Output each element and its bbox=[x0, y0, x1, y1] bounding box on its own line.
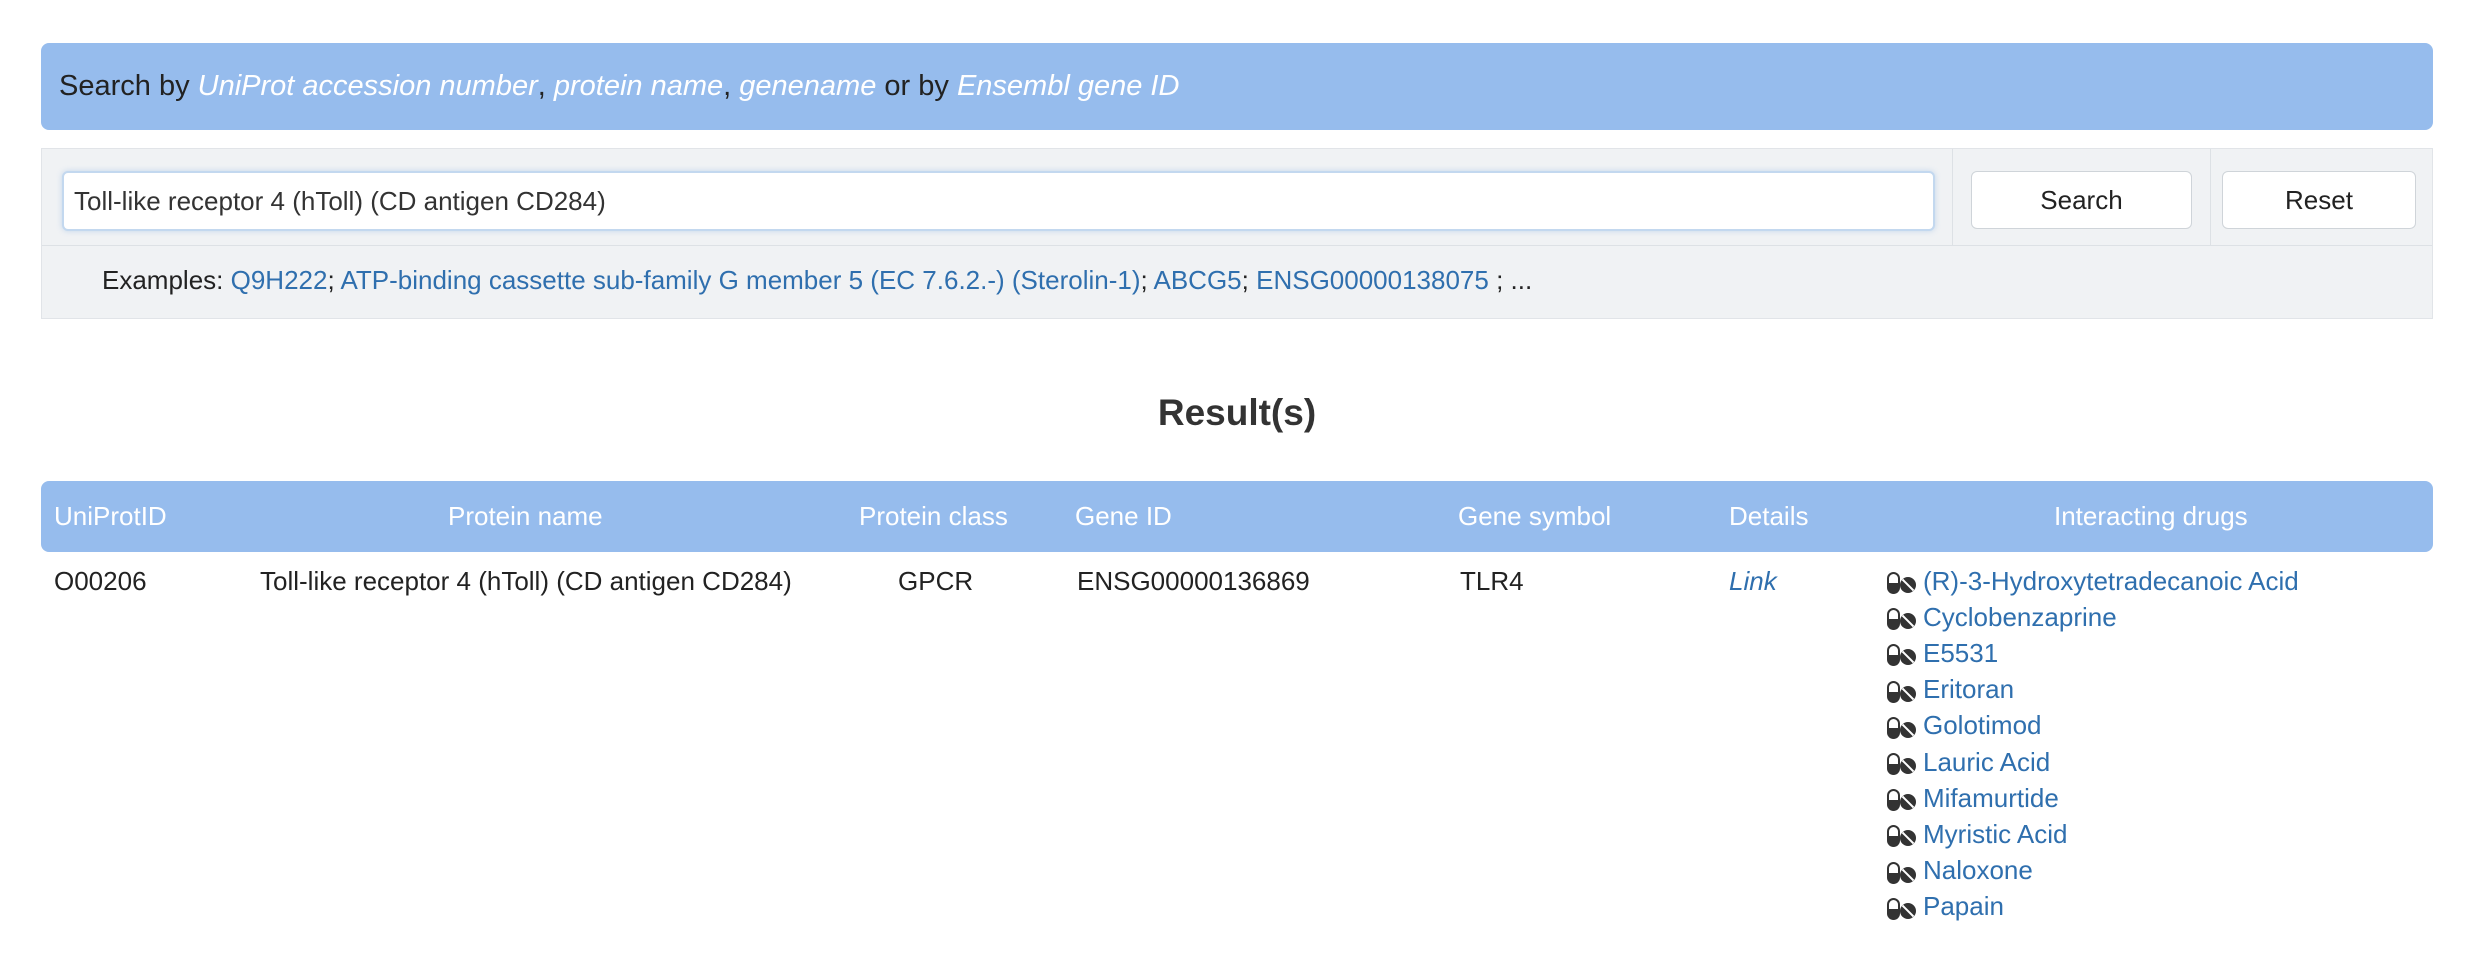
examples-separator: ; bbox=[1241, 265, 1257, 295]
drug-link[interactable]: Myristic Acid bbox=[1923, 819, 2067, 850]
example-link[interactable]: ATP-binding cassette sub-family G member… bbox=[340, 265, 1140, 295]
drug-list-item: Papain bbox=[1887, 889, 2299, 925]
column-header-gene-id: Gene ID bbox=[1075, 501, 1172, 531]
banner-term-protein-name: protein name bbox=[553, 70, 724, 102]
cell-protein-name: Toll-like receptor 4 (hToll) (CD antigen… bbox=[260, 566, 792, 596]
drug-list-item: Golotimod bbox=[1887, 708, 2299, 744]
column-header-protein-class: Protein class bbox=[859, 501, 1008, 531]
page: Search by UniProt accession number , pro… bbox=[0, 0, 2474, 980]
search-input[interactable] bbox=[62, 171, 1935, 231]
drug-list-item: Eritoran bbox=[1887, 672, 2299, 708]
column-header-details: Details bbox=[1729, 501, 1809, 531]
cell-protein-class: GPCR bbox=[898, 566, 974, 596]
banner-separator: or by bbox=[876, 70, 957, 102]
search-panel: Search Reset Examples: Q9H222; ATP-bindi… bbox=[41, 148, 2433, 319]
drug-list-item: Myristic Acid bbox=[1887, 816, 2299, 852]
example-link[interactable]: ENSG00000138075 bbox=[1256, 265, 1489, 295]
cell-gene-symbol: TLR4 bbox=[1460, 566, 1524, 596]
drug-link[interactable]: E5531 bbox=[1923, 638, 1998, 669]
drug-link[interactable]: Eritoran bbox=[1923, 674, 2014, 705]
drug-link[interactable]: (R)-3-Hydroxytetradecanoic Acid bbox=[1923, 566, 2299, 597]
pills-icon bbox=[1887, 896, 1917, 920]
divider bbox=[2210, 149, 2211, 245]
drug-list-item: Lauric Acid bbox=[1887, 744, 2299, 780]
banner-separator: , bbox=[537, 70, 554, 102]
drug-list-item: Cyclobenzaprine bbox=[1887, 599, 2299, 635]
drug-link[interactable]: Cyclobenzaprine bbox=[1923, 602, 2117, 633]
column-header-gene-symbol: Gene symbol bbox=[1458, 501, 1612, 531]
interacting-drugs-list: (R)-3-Hydroxytetradecanoic Acid Cyclobenz… bbox=[1887, 563, 2299, 925]
drug-link[interactable]: Lauric Acid bbox=[1923, 747, 2050, 778]
drug-link[interactable]: Golotimod bbox=[1923, 710, 2042, 741]
examples-separator: ; bbox=[1140, 265, 1154, 295]
banner-term-ensembl: Ensembl gene ID bbox=[956, 70, 1180, 102]
pills-icon bbox=[1887, 787, 1917, 812]
drug-list-item: Mifamurtide bbox=[1887, 780, 2299, 816]
examples-separator: ; bbox=[327, 265, 341, 295]
pills-icon bbox=[1887, 679, 1917, 703]
banner-separator: , bbox=[723, 70, 740, 102]
examples-tail: ; ... bbox=[1488, 265, 1533, 295]
pills-icon bbox=[1887, 715, 1917, 739]
pills-icon bbox=[1887, 860, 1917, 884]
pills-icon bbox=[1887, 751, 1917, 776]
examples-line: Examples: Q9H222; ATP-binding cassette s… bbox=[102, 265, 1532, 296]
cell-uniprot-id: O00206 bbox=[54, 566, 147, 596]
results-table-header: UniProtID Protein name Protein class Gen… bbox=[41, 481, 2433, 552]
drug-link[interactable]: Papain bbox=[1923, 891, 2004, 922]
drug-list-item: Naloxone bbox=[1887, 853, 2299, 889]
banner-term-uniprot: UniProt accession number bbox=[197, 70, 538, 102]
column-header-uniprotid: UniProtID bbox=[54, 501, 167, 531]
pills-icon bbox=[1887, 642, 1917, 667]
divider bbox=[42, 245, 2432, 246]
pills-icon bbox=[1887, 823, 1917, 848]
search-button[interactable]: Search bbox=[1971, 171, 2192, 229]
results-title: Result(s) bbox=[1157, 392, 1317, 433]
example-link[interactable]: ABCG5 bbox=[1154, 265, 1242, 295]
examples-label: Examples: bbox=[102, 265, 231, 295]
pills-icon bbox=[1887, 570, 1917, 595]
cell-gene-id: ENSG00000136869 bbox=[1077, 566, 1310, 596]
details-link[interactable]: Link bbox=[1729, 566, 1777, 597]
example-link[interactable]: Q9H222 bbox=[231, 265, 328, 295]
pills-icon bbox=[1887, 606, 1917, 631]
drug-link[interactable]: Mifamurtide bbox=[1923, 783, 2059, 814]
column-header-interacting-drugs: Interacting drugs bbox=[2054, 501, 2248, 531]
banner-term-genename: genename bbox=[739, 70, 877, 102]
reset-button[interactable]: Reset bbox=[2222, 171, 2416, 229]
search-hint-banner: Search by UniProt accession number , pro… bbox=[41, 43, 2433, 130]
drug-link[interactable]: Naloxone bbox=[1923, 855, 2033, 886]
column-header-protein-name: Protein name bbox=[448, 501, 603, 531]
drug-list-item: (R)-3-Hydroxytetradecanoic Acid bbox=[1887, 563, 2299, 599]
drug-list-item: E5531 bbox=[1887, 635, 2299, 671]
banner-prefix: Search by bbox=[59, 70, 198, 102]
divider bbox=[1952, 149, 1953, 245]
